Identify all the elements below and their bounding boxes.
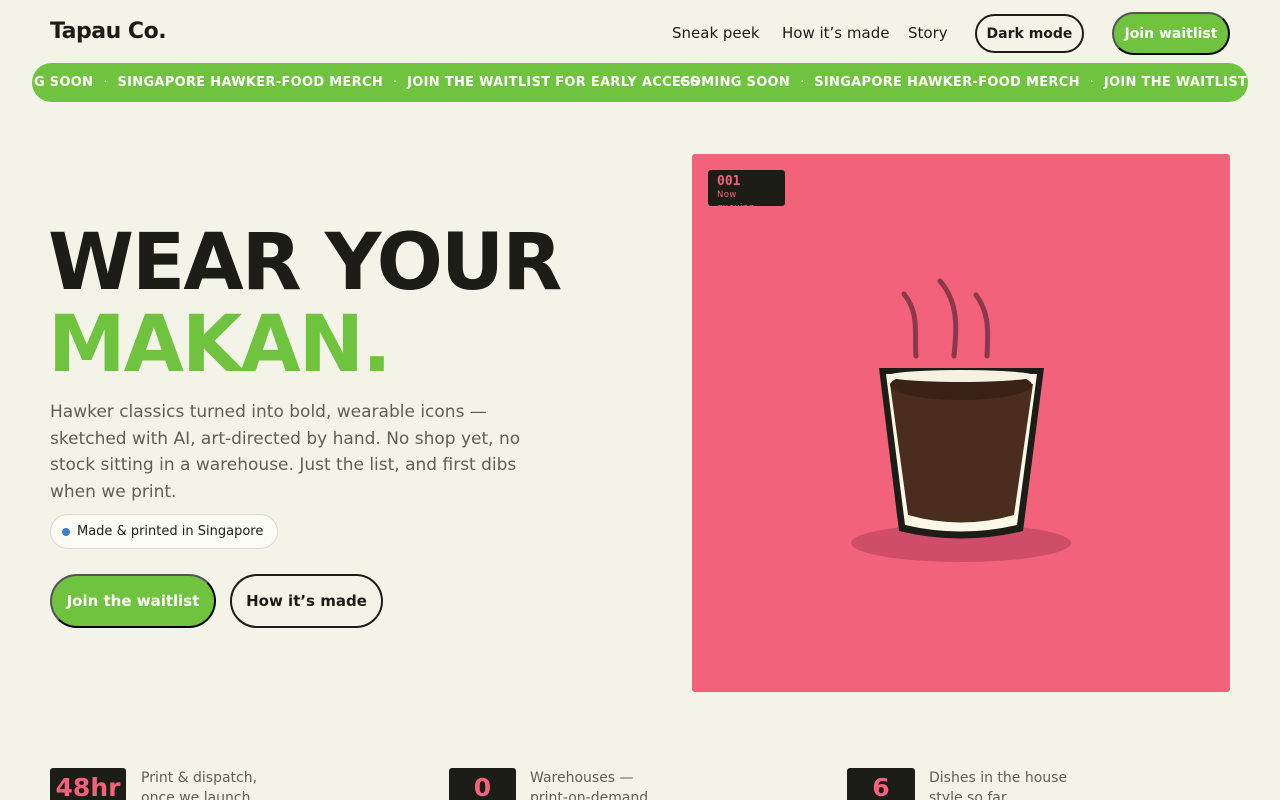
marquee-separator: ·: [1089, 75, 1094, 90]
hero-illustration-panel: 001 Now queuing: [692, 154, 1230, 692]
status-dot-icon: [62, 528, 70, 536]
queue-label: Now queuing: [717, 190, 755, 213]
stat-value: 0: [449, 768, 516, 800]
hero-description: Hawker classics turned into bold, wearab…: [50, 402, 521, 502]
dark-mode-toggle[interactable]: Dark mode: [975, 14, 1084, 53]
nav-link-sneak-peek[interactable]: Sneak peek: [672, 24, 760, 42]
marquee-item: JOIN THE WAITLIST FOR EARLY ACCESS: [1103, 75, 1248, 90]
marquee-item: G SOON: [34, 75, 94, 90]
stat-value: 48hr: [50, 768, 126, 800]
join-the-waitlist-button[interactable]: Join the waitlist: [50, 574, 216, 628]
marquee-item: COMING SOON: [680, 75, 791, 90]
marquee-track: G SOON · SINGAPORE HAWKER-FOOD MERCH · J…: [32, 63, 724, 102]
join-waitlist-button[interactable]: Join waitlist: [1112, 12, 1230, 55]
marquee-item: SINGAPORE HAWKER-FOOD MERCH: [814, 75, 1080, 90]
stat-label: Warehouses — print-on-demand only: [530, 770, 649, 800]
site-header: Tapau Co. Sneak peek How it’s made Story…: [0, 0, 1280, 66]
main-nav: Sneak peek How it’s made Story: [0, 0, 1280, 66]
origin-badge-label: Made & printed in Singapore: [77, 524, 264, 539]
announcement-marquee: G SOON · SINGAPORE HAWKER-FOOD MERCH · J…: [32, 63, 1248, 102]
stat-label: Dishes in the house style so far: [929, 770, 1068, 800]
headline-line-1: WEAR YOUR: [48, 218, 562, 308]
kopi-cup-icon: [851, 278, 1071, 562]
stat-value: 6: [847, 768, 915, 800]
marquee-separator: ·: [393, 75, 398, 90]
marquee-item: SINGAPORE HAWKER-FOOD MERCH: [117, 75, 383, 90]
marquee-separator: ·: [800, 75, 805, 90]
headline-line-2: MAKAN.: [48, 300, 392, 390]
queue-number: 001: [717, 174, 741, 189]
marquee-track: COMING SOON · SINGAPORE HAWKER-FOOD MERC…: [680, 63, 1248, 102]
stat-label: Print & dispatch, once we launch: [141, 770, 258, 800]
queue-number-tag: 001 Now queuing: [708, 170, 785, 213]
how-its-made-button[interactable]: How it’s made: [230, 574, 383, 628]
hero-headline: WEAR YOUR MAKAN.: [48, 218, 562, 390]
origin-badge: Made & printed in Singapore: [50, 514, 279, 549]
nav-link-how-its-made[interactable]: How it’s made: [782, 24, 889, 42]
nav-link-story[interactable]: Story: [908, 24, 948, 42]
marquee-separator: ·: [103, 75, 108, 90]
marquee-item: JOIN THE WAITLIST FOR EARLY ACCESS: [407, 75, 700, 90]
